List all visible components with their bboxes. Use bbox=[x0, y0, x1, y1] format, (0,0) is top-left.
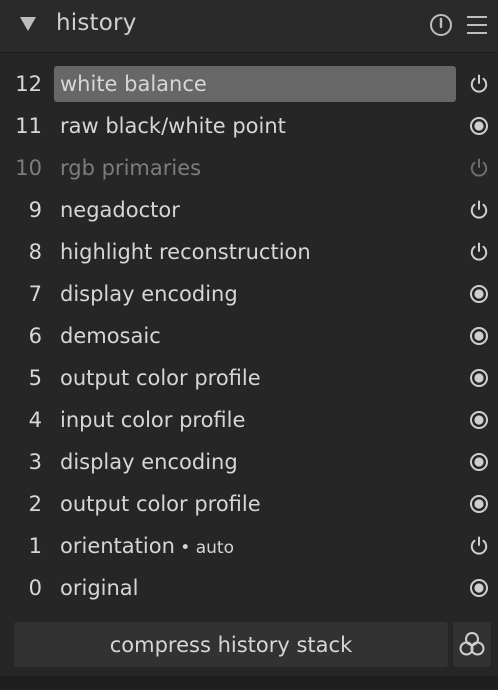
hamburger-menu-icon[interactable] bbox=[464, 12, 490, 38]
history-item-name: display encoding bbox=[60, 282, 238, 306]
history-item-number: 8 bbox=[28, 240, 42, 264]
history-item-label: original bbox=[60, 576, 139, 600]
history-item[interactable]: 7 display encoding bbox=[0, 274, 498, 316]
history-item-suffix: • auto bbox=[174, 538, 234, 558]
history-item-number: 1 bbox=[28, 534, 42, 558]
history-item-label: rgb primaries bbox=[60, 156, 201, 180]
module-enabled-icon bbox=[468, 325, 490, 347]
history-item-label: display encoding bbox=[60, 450, 238, 474]
history-item-number: 3 bbox=[28, 450, 42, 474]
history-item-label: white balance bbox=[60, 72, 207, 96]
history-item[interactable]: 8 highlight reconstruction bbox=[0, 232, 498, 274]
history-item-label: output color profile bbox=[60, 492, 261, 516]
history-item-label: input color profile bbox=[60, 408, 245, 432]
history-item-label: display encoding bbox=[60, 282, 238, 306]
history-item-name: raw black/white point bbox=[60, 114, 286, 138]
history-item-number: 12 bbox=[15, 72, 42, 96]
panel-title: history bbox=[56, 10, 137, 36]
power-icon bbox=[468, 157, 490, 179]
history-item-label: orientation • auto bbox=[60, 534, 234, 558]
power-icon bbox=[468, 241, 490, 263]
history-item-label: negadoctor bbox=[60, 198, 180, 222]
history-item[interactable]: 9 negadoctor bbox=[0, 190, 498, 232]
history-item[interactable]: 3 display encoding bbox=[0, 442, 498, 484]
history-item-number: 5 bbox=[28, 366, 42, 390]
create-style-button[interactable] bbox=[453, 622, 491, 667]
history-item-name: demosaic bbox=[60, 324, 161, 348]
history-item-number: 2 bbox=[28, 492, 42, 516]
history-item-number: 0 bbox=[28, 576, 42, 600]
history-item-name: orientation bbox=[60, 534, 175, 558]
module-enabled-icon bbox=[468, 451, 490, 473]
compress-history-button[interactable]: compress history stack bbox=[14, 622, 448, 667]
module-enabled-icon bbox=[468, 493, 490, 515]
panel-bottom-edge bbox=[0, 676, 498, 690]
history-item-label: raw black/white point bbox=[60, 114, 286, 138]
history-item-name: input color profile bbox=[60, 408, 246, 432]
module-enabled-icon bbox=[468, 577, 490, 599]
history-item[interactable]: 4 input color profile bbox=[0, 400, 498, 442]
history-item[interactable]: 2 output color profile bbox=[0, 484, 498, 526]
create-style-icon bbox=[459, 632, 485, 656]
history-item[interactable]: 0 original bbox=[0, 568, 498, 610]
history-item-number: 11 bbox=[15, 114, 42, 138]
history-item-name: negadoctor bbox=[60, 198, 180, 222]
history-item-number: 4 bbox=[28, 408, 42, 432]
module-enabled-icon bbox=[468, 115, 490, 137]
history-item-label: highlight reconstruction bbox=[60, 240, 311, 264]
history-item-number: 6 bbox=[28, 324, 42, 348]
history-item[interactable]: 5 output color profile bbox=[0, 358, 498, 400]
history-item-name: display encoding bbox=[60, 450, 238, 474]
history-item-number: 9 bbox=[28, 198, 42, 222]
history-item[interactable]: 11 raw black/white point bbox=[0, 106, 498, 148]
reset-circle-icon[interactable] bbox=[428, 12, 454, 38]
history-item-number: 10 bbox=[15, 156, 42, 180]
history-item[interactable]: 6 demosaic bbox=[0, 316, 498, 358]
module-enabled-icon bbox=[468, 409, 490, 431]
history-item-name: highlight reconstruction bbox=[60, 240, 311, 264]
history-item[interactable]: 1 orientation • auto bbox=[0, 526, 498, 568]
history-item-name: output color profile bbox=[60, 492, 261, 516]
history-item-name: white balance bbox=[60, 72, 207, 96]
history-item-number: 7 bbox=[28, 282, 42, 306]
compress-history-label: compress history stack bbox=[109, 633, 353, 657]
history-item-name: rgb primaries bbox=[60, 156, 202, 180]
module-enabled-icon bbox=[468, 367, 490, 389]
power-icon bbox=[468, 73, 490, 95]
history-item[interactable]: 10 rgb primaries bbox=[0, 148, 498, 190]
power-icon bbox=[468, 535, 490, 557]
history-item-label: output color profile bbox=[60, 366, 261, 390]
history-item[interactable]: 12 white balance bbox=[0, 64, 498, 106]
power-icon bbox=[468, 199, 490, 221]
triangle-down-icon[interactable] bbox=[20, 17, 36, 31]
history-item-name: output color profile bbox=[60, 366, 261, 390]
history-item-name: original bbox=[60, 576, 139, 600]
panel-header[interactable]: history bbox=[0, 0, 498, 53]
history-item-label: demosaic bbox=[60, 324, 161, 348]
module-enabled-icon bbox=[468, 283, 490, 305]
